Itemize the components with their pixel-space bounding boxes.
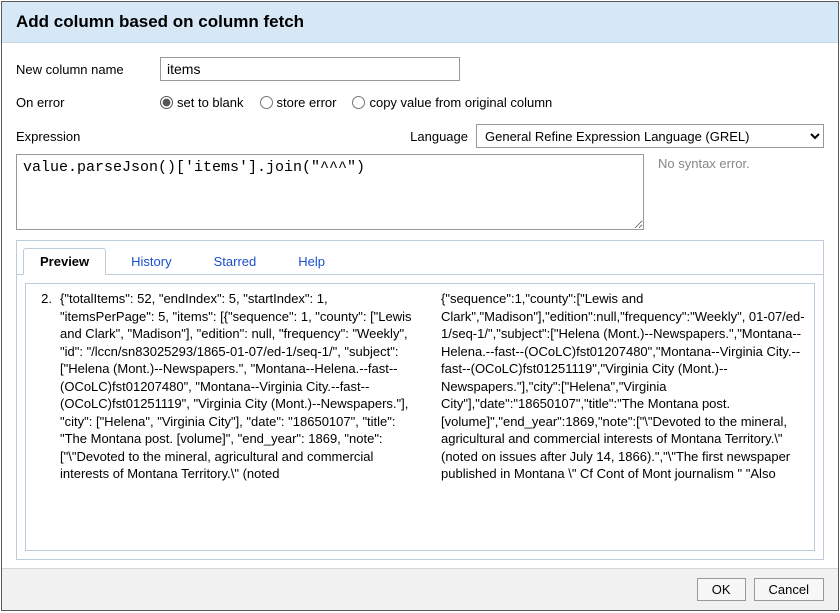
dialog: Add column based on column fetch New col… bbox=[1, 1, 839, 611]
dialog-content: New column name On error set to blank st… bbox=[2, 43, 838, 568]
on-error-label: On error bbox=[16, 95, 160, 110]
new-column-input[interactable] bbox=[160, 57, 460, 81]
expression-label: Expression bbox=[16, 129, 160, 144]
cancel-button[interactable]: Cancel bbox=[754, 578, 824, 601]
ok-button[interactable]: OK bbox=[697, 578, 746, 601]
dialog-title: Add column based on column fetch bbox=[2, 2, 838, 43]
button-bar: OK Cancel bbox=[2, 568, 838, 610]
preview-table: 2. {"totalItems": 52, "endIndex": 5, "st… bbox=[25, 283, 815, 551]
language-label: Language bbox=[410, 129, 468, 144]
on-error-radio-group: set to blank store error copy value from… bbox=[160, 95, 562, 110]
results-panel: Preview History Starred Help 2. {"totalI… bbox=[16, 240, 824, 560]
on-error-row: On error set to blank store error copy v… bbox=[16, 95, 824, 110]
preview-pane: 2. {"totalItems": 52, "endIndex": 5, "st… bbox=[17, 275, 823, 559]
on-error-option-blank[interactable]: set to blank bbox=[160, 95, 244, 110]
new-column-label: New column name bbox=[16, 62, 160, 77]
preview-input-cell: {"totalItems": 52, "endIndex": 5, "start… bbox=[56, 284, 433, 550]
expression-lang-row: Expression Language General Refine Expre… bbox=[16, 124, 824, 148]
tab-starred[interactable]: Starred bbox=[197, 248, 274, 274]
preview-output-cell: {"sequence":1,"county":["Lewis and Clark… bbox=[433, 284, 814, 550]
on-error-option-copy[interactable]: copy value from original column bbox=[352, 95, 552, 110]
expression-textarea[interactable] bbox=[16, 154, 644, 230]
radio-store-error[interactable] bbox=[260, 96, 273, 109]
radio-set-to-blank[interactable] bbox=[160, 96, 173, 109]
radio-label: store error bbox=[277, 95, 337, 110]
tab-help[interactable]: Help bbox=[281, 248, 342, 274]
radio-copy-value[interactable] bbox=[352, 96, 365, 109]
tab-history[interactable]: History bbox=[114, 248, 188, 274]
on-error-option-store[interactable]: store error bbox=[260, 95, 337, 110]
preview-row-number: 2. bbox=[26, 284, 56, 550]
tab-strip: Preview History Starred Help bbox=[17, 241, 823, 275]
new-column-row: New column name bbox=[16, 57, 824, 81]
expression-row: No syntax error. bbox=[16, 154, 824, 230]
radio-label: set to blank bbox=[177, 95, 244, 110]
radio-label: copy value from original column bbox=[369, 95, 552, 110]
syntax-message: No syntax error. bbox=[658, 154, 750, 171]
language-select[interactable]: General Refine Expression Language (GREL… bbox=[476, 124, 824, 148]
tab-preview[interactable]: Preview bbox=[23, 248, 106, 275]
